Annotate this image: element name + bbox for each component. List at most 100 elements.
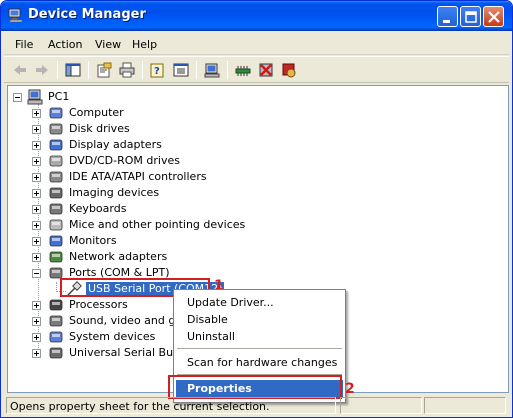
expand-toggle[interactable] bbox=[32, 333, 41, 342]
device-category-icon bbox=[48, 329, 64, 345]
status-cell bbox=[340, 397, 422, 414]
device-manager-icon bbox=[8, 8, 24, 23]
expand-toggle[interactable] bbox=[32, 253, 41, 262]
context-item-uninstall[interactable]: Uninstall bbox=[176, 328, 343, 345]
tree-node-category[interactable]: DVD/CD-ROM drives bbox=[30, 153, 270, 169]
context-item-label: Update Driver... bbox=[187, 296, 274, 309]
tree-node-category[interactable]: Disk drives bbox=[30, 121, 270, 137]
device-category-icon bbox=[48, 297, 64, 313]
tree-node-category[interactable]: Imaging devices bbox=[30, 185, 270, 201]
device-category-icon bbox=[48, 233, 64, 249]
menu-file[interactable]: File bbox=[15, 38, 33, 51]
menu-view[interactable]: View bbox=[95, 38, 121, 51]
toolbar: ? bbox=[4, 56, 509, 83]
back-button[interactable] bbox=[10, 60, 30, 80]
disable-icon bbox=[282, 63, 296, 78]
expand-toggle[interactable] bbox=[32, 349, 41, 358]
computer-icon bbox=[27, 89, 43, 105]
tree-node-label: Computer bbox=[69, 106, 124, 119]
context-item-disable[interactable]: Disable bbox=[176, 311, 343, 328]
minimize-button[interactable] bbox=[437, 6, 458, 27]
context-item-scan-hardware[interactable]: Scan for hardware changes bbox=[176, 354, 343, 371]
context-item-update-driver[interactable]: Update Driver... bbox=[176, 294, 343, 311]
properties-button[interactable] bbox=[94, 60, 114, 80]
scan-hardware-icon bbox=[204, 63, 220, 78]
expand-toggle[interactable] bbox=[32, 205, 41, 214]
svg-text:?: ? bbox=[154, 66, 160, 77]
device-manager-window: Device Manager File Action View Help ? P… bbox=[0, 0, 513, 418]
window-title: Device Manager bbox=[28, 7, 146, 22]
tree-node-category[interactable]: Computer bbox=[30, 105, 270, 121]
tree-node-category[interactable]: Network adapters bbox=[30, 249, 270, 265]
update-driver-icon bbox=[235, 66, 251, 76]
device-category-icon bbox=[48, 345, 64, 361]
minimize-icon bbox=[443, 20, 450, 23]
tree-node-category[interactable]: Mice and other pointing devices bbox=[30, 217, 270, 233]
tree-node-label: Display adapters bbox=[69, 138, 162, 151]
tree-node-category[interactable]: Monitors bbox=[30, 233, 270, 249]
menu-action[interactable]: Action bbox=[48, 38, 82, 51]
tree-node-label: IDE ATA/ATAPI controllers bbox=[69, 170, 207, 183]
device-category-icon bbox=[48, 121, 64, 137]
tree-node-label: Mice and other pointing devices bbox=[69, 218, 246, 231]
close-icon bbox=[488, 11, 500, 23]
close-button[interactable] bbox=[483, 6, 504, 27]
maximize-button[interactable] bbox=[460, 6, 481, 27]
tree-node-label: Imaging devices bbox=[69, 186, 160, 199]
tree-node-label: Disk drives bbox=[69, 122, 130, 135]
expand-toggle[interactable] bbox=[32, 189, 41, 198]
back-icon bbox=[14, 65, 26, 75]
context-item-label: Disable bbox=[187, 313, 228, 326]
forward-icon bbox=[36, 65, 48, 75]
maximize-icon bbox=[465, 11, 477, 23]
expand-toggle[interactable] bbox=[32, 237, 41, 246]
tree-node-label: Keyboards bbox=[69, 202, 127, 215]
update-driver-button[interactable] bbox=[233, 60, 253, 80]
tree-node-label: Processors bbox=[69, 298, 128, 311]
expand-toggle[interactable] bbox=[32, 317, 41, 326]
device-category-icon bbox=[48, 153, 64, 169]
status-bar: Opens property sheet for the current sel… bbox=[4, 395, 509, 415]
expand-toggle[interactable] bbox=[32, 173, 41, 182]
tree-node-label: DVD/CD-ROM drives bbox=[69, 154, 180, 167]
tree-node-label: PC1 bbox=[48, 90, 70, 103]
forward-button[interactable] bbox=[32, 60, 52, 80]
title-bar[interactable]: Device Manager bbox=[1, 1, 512, 31]
menu-help[interactable]: Help bbox=[132, 38, 157, 51]
context-item-label: Scan for hardware changes bbox=[187, 356, 338, 369]
tree-node-label: Network adapters bbox=[69, 250, 168, 263]
show-hide-console-tree-icon bbox=[65, 63, 81, 77]
expand-toggle[interactable] bbox=[32, 221, 41, 230]
collapse-toggle[interactable] bbox=[13, 93, 22, 102]
menu-bar: File Action View Help bbox=[4, 33, 509, 55]
device-category-icon bbox=[48, 201, 64, 217]
expand-toggle[interactable] bbox=[32, 125, 41, 134]
device-category-icon bbox=[48, 169, 64, 185]
device-category-icon bbox=[48, 217, 64, 233]
tree-node-root[interactable]: PC1 bbox=[12, 89, 132, 105]
context-item-label: Uninstall bbox=[187, 330, 235, 343]
expand-toggle[interactable] bbox=[32, 157, 41, 166]
uninstall-button[interactable] bbox=[256, 60, 276, 80]
tree-node-label: Monitors bbox=[69, 234, 117, 247]
show-hide-console-tree-button[interactable] bbox=[63, 60, 83, 80]
tree-node-category[interactable]: Display adapters bbox=[30, 137, 270, 153]
context-separator bbox=[177, 348, 342, 349]
device-category-icon bbox=[48, 137, 64, 153]
scan-hardware-button[interactable] bbox=[202, 60, 222, 80]
status-text: Opens property sheet for the current sel… bbox=[6, 397, 336, 414]
expand-toggle[interactable] bbox=[32, 109, 41, 118]
tree-node-label: Universal Serial Bus c bbox=[69, 346, 189, 359]
print-button[interactable] bbox=[117, 60, 137, 80]
device-category-icon bbox=[48, 313, 64, 329]
view-button[interactable] bbox=[171, 60, 191, 80]
disable-button[interactable] bbox=[279, 60, 299, 80]
expand-toggle[interactable] bbox=[32, 141, 41, 150]
help-button[interactable]: ? bbox=[148, 60, 168, 80]
tree-node-category[interactable]: Keyboards bbox=[30, 201, 270, 217]
collapse-toggle[interactable] bbox=[32, 269, 41, 278]
uninstall-icon bbox=[259, 63, 273, 77]
tree-node-category[interactable]: IDE ATA/ATAPI controllers bbox=[30, 169, 270, 185]
expand-toggle[interactable] bbox=[32, 301, 41, 310]
status-cell bbox=[424, 397, 506, 414]
